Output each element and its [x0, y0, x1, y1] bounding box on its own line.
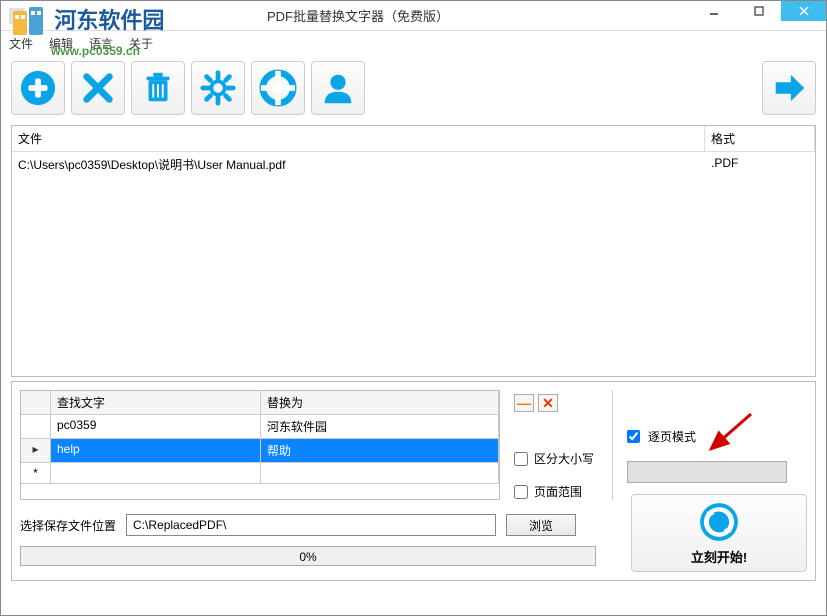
replace-header-marker — [21, 391, 51, 415]
save-location-label: 选择保存文件位置 — [20, 517, 116, 534]
save-location-input[interactable] — [126, 514, 496, 536]
titlebar: PDF批量替换文字器（免费版） — [1, 1, 826, 31]
menu-language[interactable]: 语言 — [89, 35, 113, 52]
file-cell-format: .PDF — [705, 154, 815, 175]
case-sensitive-checkbox[interactable] — [514, 452, 528, 466]
window-title: PDF批量替换文字器（免费版） — [25, 6, 691, 25]
file-row[interactable]: C:\Users\pc0359\Desktop\说明书\User Manual.… — [12, 152, 815, 177]
start-button[interactable]: 立刻开始! — [631, 494, 807, 572]
delete-row-button[interactable]: ✕ — [538, 394, 558, 412]
help-button[interactable] — [251, 61, 305, 115]
start-label: 立刻开始! — [691, 547, 747, 566]
row-replace[interactable]: 河东软件园 — [261, 415, 499, 439]
minimize-button[interactable] — [691, 1, 736, 21]
trash-button[interactable] — [131, 61, 185, 115]
delete-button[interactable] — [71, 61, 125, 115]
app-icon — [9, 8, 25, 24]
menu-file[interactable]: 文件 — [9, 35, 33, 52]
replace-header-replace[interactable]: 替换为 — [261, 391, 499, 415]
go-button[interactable] — [762, 61, 816, 115]
case-sensitive-option[interactable]: 区分大小写 — [514, 450, 594, 467]
file-header-file[interactable]: 文件 — [12, 126, 705, 151]
page-range-label: 页面范围 — [534, 483, 582, 500]
replace-table: 查找文字 替换为 pc0359 河东软件园 ▸ help 帮助 * — [20, 390, 500, 500]
progress-text: 0% — [21, 547, 595, 567]
close-button[interactable] — [781, 1, 826, 21]
replace-row[interactable]: pc0359 河东软件园 — [21, 415, 499, 439]
page-by-page-option[interactable]: 逐页模式 — [627, 428, 790, 445]
file-list-header: 文件 格式 — [12, 126, 815, 152]
bottom-panel: 查找文字 替换为 pc0359 河东软件园 ▸ help 帮助 * — [11, 381, 816, 581]
file-list-panel: 文件 格式 C:\Users\pc0359\Desktop\说明书\User M… — [11, 125, 816, 377]
browse-button[interactable]: 浏览 — [506, 514, 576, 536]
row-find[interactable] — [51, 463, 261, 484]
page-range-option[interactable]: 页面范围 — [514, 483, 594, 500]
maximize-button[interactable] — [736, 1, 781, 21]
page-range-input[interactable] — [627, 461, 787, 483]
file-cell-path: C:\Users\pc0359\Desktop\说明书\User Manual.… — [12, 154, 705, 175]
progress-bar: 0% — [20, 546, 596, 566]
remove-row-button[interactable]: — — [514, 394, 534, 412]
page-by-page-checkbox[interactable] — [627, 430, 640, 443]
row-marker: ▸ — [21, 439, 51, 463]
row-replace[interactable] — [261, 463, 499, 484]
add-button[interactable] — [11, 61, 65, 115]
row-replace[interactable]: 帮助 — [261, 439, 499, 463]
file-header-format[interactable]: 格式 — [705, 126, 815, 151]
refresh-icon — [698, 501, 740, 543]
row-find[interactable]: help — [51, 439, 261, 463]
settings-button[interactable] — [191, 61, 245, 115]
menubar: 文件 编辑 语言 关于 — [1, 31, 826, 55]
row-marker: * — [21, 463, 51, 484]
user-button[interactable] — [311, 61, 365, 115]
replace-header-find[interactable]: 查找文字 — [51, 391, 261, 415]
page-by-page-label: 逐页模式 — [648, 428, 696, 445]
toolbar — [1, 55, 826, 121]
row-marker — [21, 415, 51, 439]
menu-about[interactable]: 关于 — [129, 35, 153, 52]
menu-edit[interactable]: 编辑 — [49, 35, 73, 52]
replace-row[interactable]: * — [21, 463, 499, 484]
case-sensitive-label: 区分大小写 — [534, 450, 594, 467]
replace-row[interactable]: ▸ help 帮助 — [21, 439, 499, 463]
page-range-checkbox[interactable] — [514, 485, 528, 499]
row-find[interactable]: pc0359 — [51, 415, 261, 439]
